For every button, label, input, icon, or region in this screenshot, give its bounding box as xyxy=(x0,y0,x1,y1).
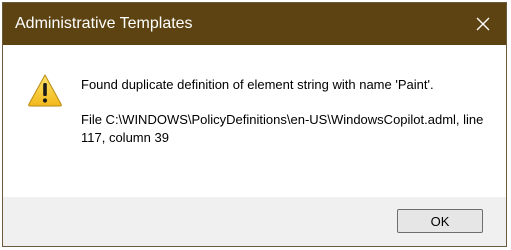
warning-icon xyxy=(28,74,62,107)
dialog-title: Administrative Templates xyxy=(15,15,193,32)
close-button[interactable] xyxy=(460,3,506,45)
message-area: Found duplicate definition of element st… xyxy=(3,45,506,197)
title-bar: Administrative Templates xyxy=(3,3,506,45)
error-message: Found duplicate definition of element st… xyxy=(81,77,434,92)
error-location: File C:\WINDOWS\PolicyDefinitions\en-US\… xyxy=(81,112,484,145)
error-dialog: Administrative Templates Found duplicate… xyxy=(2,2,507,247)
button-bar: OK xyxy=(3,197,506,246)
ok-button[interactable]: OK xyxy=(397,209,483,233)
close-icon xyxy=(476,17,490,31)
